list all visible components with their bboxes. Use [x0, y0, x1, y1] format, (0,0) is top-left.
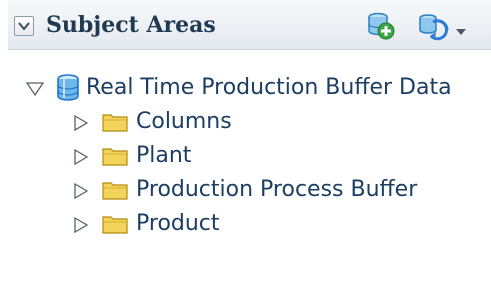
tree-root-label: Real Time Production Buffer Data	[86, 75, 452, 100]
collapsed-triangle-icon[interactable]	[74, 183, 88, 199]
collapsed-triangle-icon[interactable]	[74, 149, 88, 165]
tree-folder-columns[interactable]: Columns	[74, 106, 474, 138]
tree-folder-plant[interactable]: Plant	[74, 140, 474, 172]
panel-title: Subject Areas	[46, 12, 216, 38]
chevron-down-icon	[18, 22, 30, 31]
refresh-icon	[419, 14, 449, 41]
dropdown-arrow-icon	[456, 29, 466, 35]
folder-icon	[102, 148, 128, 166]
tree-folder-production-process-buffer[interactable]: Production Process Buffer	[74, 174, 474, 206]
add-subject-area-button[interactable]	[364, 9, 396, 41]
collapsed-triangle-icon[interactable]	[74, 115, 88, 131]
folder-icon	[102, 216, 128, 234]
folder-icon	[102, 114, 128, 132]
refresh-button[interactable]	[416, 10, 450, 42]
subject-areas-panel: Subject Areas Real Time Production Buffe…	[0, 0, 491, 289]
collapsed-triangle-icon[interactable]	[74, 217, 88, 233]
panel-menu-button[interactable]	[454, 22, 468, 35]
expanded-triangle-icon[interactable]	[26, 82, 44, 96]
folder-icon	[102, 182, 128, 200]
panel-header: Subject Areas	[8, 0, 491, 50]
tree-folder-product[interactable]: Product	[74, 208, 474, 240]
tree-folder-label: Product	[136, 211, 220, 236]
tree-root-node[interactable]: Real Time Production Buffer Data	[26, 72, 486, 104]
tree-folder-label: Plant	[136, 143, 192, 168]
database-icon	[57, 74, 79, 101]
tree-folder-label: Production Process Buffer	[136, 177, 418, 202]
collapse-button[interactable]	[14, 16, 34, 36]
add-subject-area-icon	[368, 12, 395, 40]
tree-folder-label: Columns	[136, 109, 232, 134]
